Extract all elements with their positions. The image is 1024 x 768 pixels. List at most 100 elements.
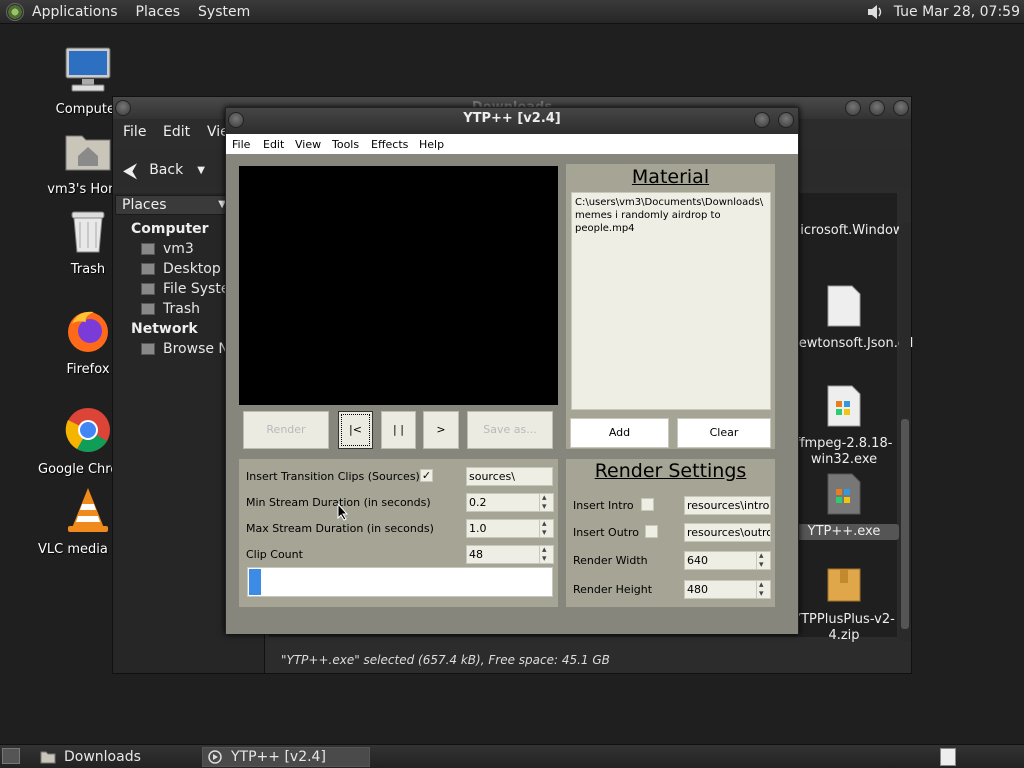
workspace-switcher[interactable] <box>940 748 956 766</box>
scrollbar-thumb[interactable] <box>901 419 909 629</box>
network-icon <box>141 343 155 355</box>
progress-fill <box>249 569 261 595</box>
sidebar-item-vm3[interactable]: vm3 <box>141 241 194 257</box>
max-duration-stepper[interactable]: 1.0 <box>466 516 554 542</box>
pause-button[interactable]: | | <box>381 411 416 449</box>
spinner-arrows-icon[interactable] <box>539 516 553 542</box>
file-item-selected[interactable]: YTP++.exe <box>789 473 899 540</box>
file-name: YTP++.exe <box>789 524 899 540</box>
render-button[interactable]: Render <box>243 411 329 449</box>
trash-icon <box>141 303 155 315</box>
trash-icon <box>71 211 105 253</box>
home-folder-icon <box>65 135 111 171</box>
material-list[interactable]: C:\users\vm3\Documents\Downloads\memes i… <box>571 192 771 410</box>
taskbar-label: YTP++ [v2.4] <box>231 749 326 765</box>
sidebar-item-trash[interactable]: Trash <box>141 301 200 317</box>
file-name: Newtonsoft.Json.dll <box>789 336 914 351</box>
render-height-stepper[interactable]: 480 <box>684 580 771 599</box>
chevron-down-icon[interactable]: ▼ <box>197 165 205 176</box>
outro-field[interactable]: resources\outro.mp4 <box>684 523 771 542</box>
file-item[interactable]: Microsoft.WindowsAPICodePack.dll <box>789 223 899 271</box>
places-dropdown[interactable]: Places ▼ <box>115 195 231 215</box>
menu-effects[interactable]: Effects <box>371 138 408 151</box>
places-label: Places <box>122 197 167 213</box>
min-duration-stepper[interactable]: 0.2 <box>466 490 554 516</box>
spinner-arrows-icon[interactable] <box>756 581 770 598</box>
document-icon <box>827 285 861 327</box>
video-preview <box>239 166 558 405</box>
show-desktop-icon[interactable] <box>2 748 20 764</box>
chrome-icon <box>65 408 110 452</box>
archive-icon <box>827 568 861 602</box>
status-bar: "YTP++.exe" selected (657.4 kB), Free sp… <box>281 653 610 667</box>
close-button[interactable] <box>893 100 909 116</box>
spinner-arrows-icon[interactable] <box>539 490 553 516</box>
desktop-icon <box>141 263 155 275</box>
material-title: Material <box>631 166 710 188</box>
clip-count-value: 48 <box>469 548 483 561</box>
menu-tools[interactable]: Tools <box>332 138 359 151</box>
transition-label: Insert Transition Clips (Sources) <box>246 470 420 483</box>
menu-help[interactable]: Help <box>419 138 444 151</box>
close-button[interactable] <box>778 112 794 128</box>
taskbar-label: Downloads <box>64 749 141 765</box>
file-item[interactable]: YTPPlusPlus-v2-4.zip <box>789 561 899 644</box>
menu-file[interactable]: File <box>123 124 146 140</box>
window-menu-button[interactable] <box>228 112 244 128</box>
folder-icon <box>40 751 56 764</box>
intro-field[interactable]: resources\intro.mp4 <box>684 496 771 515</box>
mouse-cursor-icon <box>337 503 349 521</box>
file-item[interactable]: ffmpeg-2.8.18-win32.exe <box>789 385 899 468</box>
max-duration-value: 1.0 <box>469 522 487 535</box>
menu-file[interactable]: File <box>232 138 250 151</box>
back-button[interactable]: ⮜ Back ▼ <box>123 158 205 182</box>
spinner-arrows-icon[interactable] <box>539 542 553 568</box>
clip-count-stepper[interactable]: 48 <box>466 542 554 568</box>
computer-icon <box>65 47 111 92</box>
ytp-window: YTP++ [v2.4] File Edit View Tools Effect… <box>225 107 799 634</box>
sources-field[interactable]: sources\ <box>466 467 553 486</box>
file-item[interactable]: Newtonsoft.Json.dll <box>789 285 914 352</box>
intro-checkbox[interactable] <box>641 498 654 511</box>
options-panel: Insert Transition Clips (Sources) ✓ sour… <box>239 459 558 607</box>
minimize-button[interactable] <box>845 100 861 116</box>
progress-bar <box>247 567 553 597</box>
file-name: YTPPlusPlus-v2-4.zip <box>793 612 895 643</box>
min-duration-value: 0.2 <box>469 496 487 509</box>
spinner-arrows-icon[interactable] <box>756 552 770 569</box>
applications-menu[interactable]: Applications <box>32 4 118 20</box>
ytp-titlebar[interactable]: YTP++ [v2.4] <box>226 108 798 134</box>
distro-logo-icon[interactable] <box>6 2 24 21</box>
menu-edit[interactable]: Edit <box>163 124 190 140</box>
taskbar-item-ytp[interactable]: YTP++ [v2.4] <box>202 747 370 767</box>
menu-view[interactable]: View <box>295 138 321 151</box>
home-icon <box>141 243 155 255</box>
sidebar-header-computer: Computer <box>131 221 209 237</box>
places-menu[interactable]: Places <box>136 4 181 20</box>
sidebar-header-network: Network <box>131 321 198 337</box>
save-as-button[interactable]: Save as... <box>467 411 553 449</box>
clock[interactable]: Tue Mar 28, 07:59 <box>894 4 1020 20</box>
bottom-panel: Downloads YTP++ [v2.4] <box>0 744 1024 768</box>
menu-edit[interactable]: Edit <box>263 138 284 151</box>
file-name: Microsoft.WindowsAPICodePack.dll <box>789 223 899 238</box>
outro-label: Insert Outro <box>573 526 639 539</box>
play-button[interactable]: > <box>423 411 459 449</box>
clear-button[interactable]: Clear <box>677 418 771 448</box>
maximize-button[interactable] <box>869 100 885 116</box>
minimize-button[interactable] <box>754 112 770 128</box>
transition-checkbox[interactable]: ✓ <box>420 469 433 482</box>
sidebar-item-label: Trash <box>163 301 200 317</box>
rewind-button[interactable]: |< <box>338 411 373 449</box>
outro-checkbox[interactable] <box>645 525 658 538</box>
render-width-stepper[interactable]: 640 <box>684 551 771 570</box>
window-menu-button[interactable] <box>115 100 131 116</box>
volume-icon[interactable] <box>866 4 884 20</box>
drive-icon <box>141 283 155 295</box>
sidebar-item-desktop[interactable]: Desktop <box>141 261 221 277</box>
taskbar-item-downloads[interactable]: Downloads <box>36 747 198 767</box>
scrollbar[interactable] <box>899 223 911 641</box>
system-menu[interactable]: System <box>198 4 250 20</box>
add-button[interactable]: Add <box>570 418 669 448</box>
vlc-icon <box>68 488 108 532</box>
